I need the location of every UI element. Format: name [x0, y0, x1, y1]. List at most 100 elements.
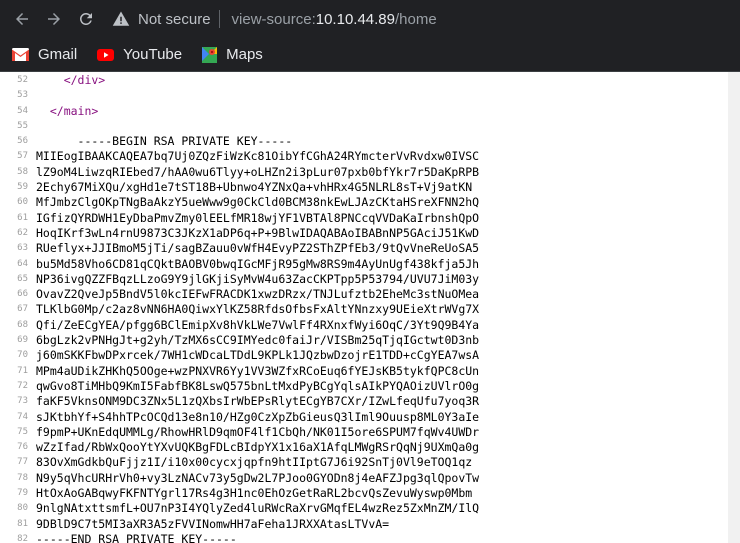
maps-icon [202, 46, 218, 63]
source-line: 81 9DBlD9C7t5MI3aXR3A5zFVVINomwHH7aFeha1J… [0, 517, 740, 532]
line-number: 53 [17, 90, 28, 101]
line-code: sJKtbhYf+S4hhTPcOCQd13e8n10/HZg0CzXpZbGi… [36, 409, 480, 424]
line-number: 67 [17, 304, 28, 315]
line-number: 82 [17, 533, 28, 543]
line-number: 69 [17, 335, 28, 346]
source-code-view[interactable]: 52 </div> 53 54 </main> 55 56 -----BEGIN RSA… [0, 72, 740, 543]
source-line: 58 lZ9oM4LiwzqRIEbed7/hAA0wu6Tlyy+oLHZn2i… [0, 165, 740, 180]
line-number: 59 [17, 182, 28, 193]
line-code: wZzIfad/RbWxQooYtYXvUQKBgFDLcBIdpYX1x16a… [36, 440, 480, 455]
source-line: 72 qwGvo8TiMHbQ9KmI5FabfBK8LswQ575bnLtMxd… [0, 379, 740, 394]
scrollbar[interactable] [728, 72, 740, 543]
line-number: 66 [17, 289, 28, 300]
source-line: 59 2Echy67MiXQu/xgHd1e7tST18B+Ubnwo4YZNxQ… [0, 180, 740, 195]
bookmark-youtube[interactable]: YouTube [97, 46, 182, 63]
reload-button[interactable] [74, 7, 98, 31]
line-number: 65 [17, 273, 28, 284]
source-line: 63 RUeflyx+JJIBmoM5jTi/sagBZauu0vWfH4EvyP… [0, 241, 740, 256]
line-number: 71 [17, 365, 28, 376]
line-code: -----END RSA PRIVATE KEY----- [36, 531, 237, 543]
source-line: 60 MfJmbzClgOKpTNgBaAkzY5ueWww9g0CkCld0BC… [0, 195, 740, 210]
line-code: OvavZ2QveJp5BndV5l0kcIEFwFRACDK1xwzDRzx/… [36, 287, 480, 302]
source-line: 75 f9pmP+UKnEdqUMMLg/RhowHRlD9qmOF4lf1CbQ… [0, 425, 740, 440]
line-code: -----BEGIN RSA PRIVATE KEY----- [36, 134, 293, 149]
line-code: j60mSKKFbwDPxrcek/7WH1cWDcaLTDdL9KPLk1JQ… [36, 348, 480, 363]
line-code: 2Echy67MiXQu/xgHd1e7tST18B+Ubnwo4YZNxQa+… [36, 180, 473, 195]
bookmarks-bar: Gmail YouTube Maps [0, 38, 740, 72]
source-line: 64 bu5Md58Vho6CD81qCQktBAOBV0bwqIGcMFjR95… [0, 257, 740, 272]
line-number: 80 [17, 503, 28, 514]
line-number: 57 [17, 151, 28, 162]
bookmark-gmail[interactable]: Gmail [12, 46, 77, 63]
line-code: </div> [36, 73, 106, 87]
browser-toolbar: Not secure view-source:10.10.44.89/home [0, 0, 740, 38]
source-line: 65 NP36ivgQZZFBqzLLzoG9Y9jlGKjiSyMvW4u63Z… [0, 272, 740, 287]
source-line: 66 OvavZ2QveJp5BndV5l0kcIEFwFRACDK1xwzDRz… [0, 287, 740, 302]
line-number: 52 [17, 75, 28, 85]
line-code: qwGvo8TiMHbQ9KmI5FabfBK8LswQ575bnLtMxdPy… [36, 378, 480, 393]
line-number: 55 [17, 120, 28, 131]
source-line: 82 -----END RSA PRIVATE KEY----- [0, 532, 740, 543]
line-number: 73 [17, 396, 28, 407]
line-code: MIIEogIBAAKCAQEA7bq7Uj0ZQzFiWzKc81OibYfC… [36, 149, 480, 164]
line-code: 83OvXmGdkbQuFjjz1I/i10x00cycxjqpfn9htIIp… [36, 455, 473, 470]
source-line: 71 MPm4aUDikZHKhQ5OOge+wzPNXVR6Yy1VV3WZfx… [0, 364, 740, 379]
line-code: MfJmbzClgOKpTNgBaAkzY5ueWww9g0CkCld0BCM3… [36, 195, 480, 210]
line-number: 77 [17, 457, 28, 468]
source-line: 53 [0, 88, 740, 103]
address-bar[interactable]: Not secure view-source:10.10.44.89/home [112, 5, 437, 33]
bookmark-label: YouTube [123, 46, 183, 63]
line-code: </main> [36, 103, 99, 118]
source-line: 77 83OvXmGdkbQuFjjz1I/i10x00cycxjqpfn9htI… [0, 455, 740, 470]
source-line: 68 Qfi/ZeECgYEA/pfgg6BClEmipXv8hVkLWe7Vwl… [0, 318, 740, 333]
line-number: 62 [17, 227, 28, 238]
bookmark-maps[interactable]: Maps [202, 46, 263, 63]
line-number: 79 [17, 488, 28, 499]
source-line: 80 9nlgNAtxttsmfL+OU7nP3I4YQlyZed4luRWcRa… [0, 501, 740, 516]
arrow-right-icon [48, 13, 60, 25]
url-path: /home [395, 10, 437, 28]
line-number: 56 [17, 136, 28, 147]
youtube-icon [97, 48, 115, 61]
line-code: 9DBlD9C7t5MI3aXR3A5zFVVINomwHH7aFeha1JRX… [36, 516, 390, 531]
source-line: 54 </main> [0, 104, 740, 119]
line-number: 61 [17, 212, 28, 223]
forward-button[interactable] [42, 7, 66, 31]
url-host: 10.10.44.89 [315, 10, 395, 28]
line-code: f9pmP+UKnEdqUMMLg/RhowHRlD9qmOF4lf1CbQh/… [36, 424, 480, 439]
line-number: 70 [17, 350, 28, 361]
source-line: 61 IGfizQYRDWH1EyDbaPmvZmy0lEELfMR18wjYF1… [0, 211, 740, 226]
line-number: 81 [17, 518, 28, 529]
line-number: 68 [17, 319, 28, 330]
bookmark-label: Gmail [38, 46, 78, 63]
line-code: bu5Md58Vho6CD81qCQktBAOBV0bwqIGcMFjR95gM… [36, 256, 480, 271]
line-code: MPm4aUDikZHKhQ5OOge+wzPNXVR6Yy1VV3WZfxRC… [36, 363, 480, 378]
source-line: 73 faKF5VknsONM9DC3ZNx5L1zQXbsIrWbEPsRlyt… [0, 394, 740, 409]
line-number: 76 [17, 442, 28, 453]
line-number: 75 [17, 426, 28, 437]
line-code: IGfizQYRDWH1EyDbaPmvZmy0lEELfMR18wjYF1VB… [36, 210, 480, 225]
line-number: 72 [17, 380, 28, 391]
line-code: TLKlbG0Mp/c2az8vNN6HA0QiwxYlKZ58RfdsOfbs… [36, 302, 480, 317]
not-secure-label: Not secure [138, 10, 211, 28]
gmail-icon [12, 48, 29, 61]
line-code: lZ9oM4LiwzqRIEbed7/hAA0wu6Tlyy+oLHZn2i3p… [36, 164, 480, 179]
line-code: faKF5VknsONM9DC3ZNx5L1zQXbsIrWbEPsRlytEC… [36, 394, 480, 409]
address-separator [218, 10, 220, 28]
source-line: 70 j60mSKKFbwDPxrcek/7WH1cWDcaLTDdL9KPLk1… [0, 348, 740, 363]
source-line: 56 -----BEGIN RSA PRIVATE KEY----- [0, 134, 740, 149]
source-line: 74 sJKtbhYf+S4hhTPcOCQd13e8n10/HZg0CzXpZb… [0, 410, 740, 425]
line-code: 9nlgNAtxttsmfL+OU7nP3I4YQlyZed4luRWcRaXr… [36, 501, 480, 516]
line-code: Qfi/ZeECgYEA/pfgg6BClEmipXv8hVkLWe7VwlFf… [36, 317, 480, 332]
line-code: HtOxAoGABqwyFKFNTYgrl17Rs4g3H1nc0EhOzGet… [36, 486, 473, 501]
line-number: 78 [17, 472, 28, 483]
line-code: HoqIKrf3wLn4rnU9873C3JKzX1aDP6q+P+9BlwID… [36, 225, 480, 240]
line-code: NP36ivgQZZFBqzLLzoG9Y9jlGKjiSyMvW4u63Zac… [36, 271, 480, 286]
arrow-left-icon [16, 13, 28, 25]
line-number: 64 [17, 258, 28, 269]
source-line: 62 HoqIKrf3wLn4rnU9873C3JKzX1aDP6q+P+9Blw… [0, 226, 740, 241]
url-scheme: view-source: [231, 10, 316, 28]
back-button[interactable] [10, 7, 34, 31]
